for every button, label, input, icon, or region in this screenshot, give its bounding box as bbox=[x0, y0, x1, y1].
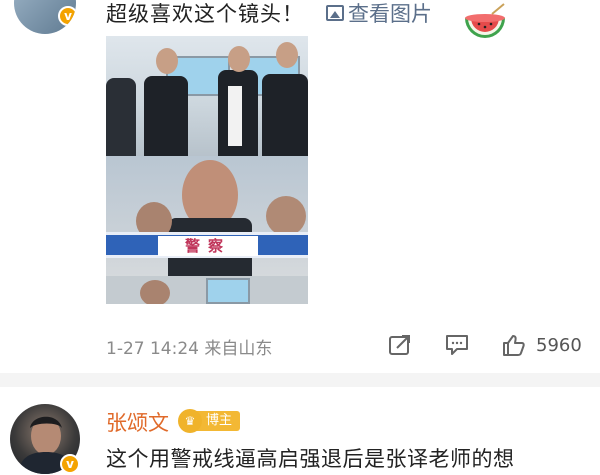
watermelon-emoji-icon bbox=[465, 3, 505, 38]
author-crown-icon: ♛ bbox=[178, 409, 202, 433]
comment-icon[interactable] bbox=[445, 334, 469, 356]
verified-badge-icon: v bbox=[58, 6, 76, 26]
section-divider bbox=[0, 373, 600, 387]
like-icon[interactable] bbox=[502, 334, 526, 356]
comment-text: 超级喜欢这个镜头！ bbox=[106, 2, 304, 26]
image-icon bbox=[326, 5, 344, 21]
comment-text: 这个用警戒线逼高启强退后是张译老师的想 bbox=[106, 447, 515, 471]
author-badge-label: 博主 bbox=[196, 411, 241, 431]
forward-icon[interactable] bbox=[388, 334, 412, 356]
image-panel-bottom bbox=[106, 276, 308, 304]
avatar[interactable]: v bbox=[14, 0, 76, 34]
post-image[interactable]: 警察 bbox=[106, 36, 308, 304]
police-tape-label: 警察 bbox=[158, 236, 258, 256]
like-count: 5960 bbox=[536, 335, 582, 356]
verified-badge-icon: v bbox=[60, 454, 80, 474]
username[interactable]: 张颂文 bbox=[106, 407, 169, 437]
timestamp-source: 1-27 14:24 来自山东 bbox=[106, 339, 273, 359]
author-badge: ♛ 博主 bbox=[178, 409, 241, 433]
view-image-label: 查看图片 bbox=[348, 2, 432, 26]
image-panel-top bbox=[106, 36, 308, 158]
view-image-link[interactable]: 查看图片 bbox=[326, 0, 432, 28]
image-panel-middle bbox=[106, 156, 308, 278]
